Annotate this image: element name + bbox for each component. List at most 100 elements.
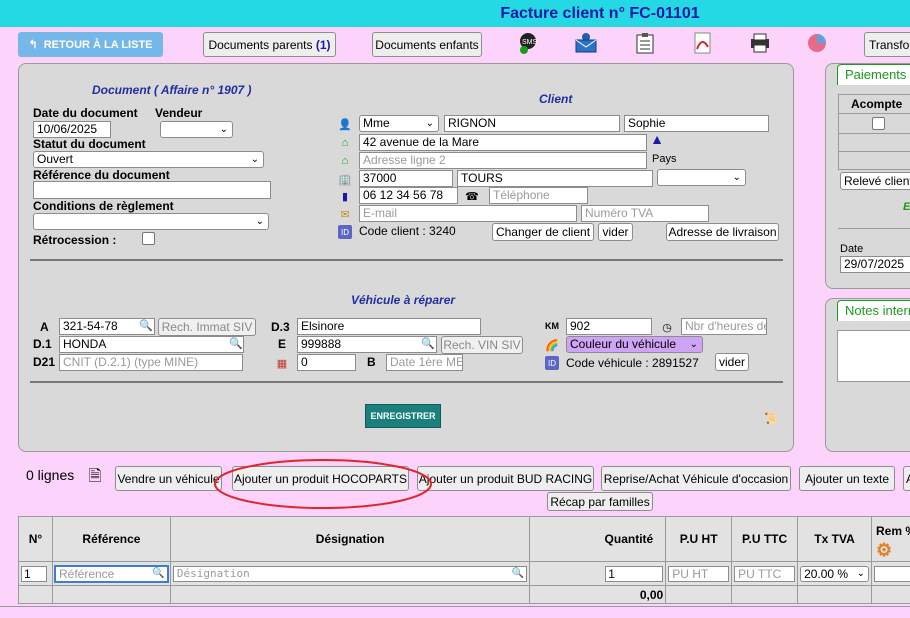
retrocession-checkbox[interactable]: [142, 232, 155, 245]
col-quantity: Quantité: [529, 516, 667, 562]
mobile-input[interactable]: 06 12 34 56 78: [359, 187, 458, 204]
parent-documents-count: (1): [315, 37, 331, 52]
parent-documents-label: Documents parents: [208, 37, 313, 52]
search-icon[interactable]: 🔍: [152, 567, 164, 581]
email-icon[interactable]: [575, 32, 597, 54]
back-to-list-label: RETOUR À LA LISTE: [43, 38, 153, 51]
b-label: B: [367, 355, 376, 369]
vehicle-color-select[interactable]: Couleur du véhicule ⌄: [566, 336, 703, 353]
pays-label: Pays: [652, 153, 677, 165]
client-section-title: Client: [539, 92, 573, 106]
parent-documents-button[interactable]: Documents parents (1): [203, 32, 336, 57]
document-date-input[interactable]: 10/06/2025: [33, 121, 111, 138]
row-remise-input[interactable]: [873, 565, 910, 582]
statut-value: Ouvert: [37, 152, 74, 166]
delivery-address-button[interactable]: Adresse de livraison: [666, 223, 779, 241]
first-registration-date-input[interactable]: Date 1ère ME: [386, 354, 463, 371]
vin-input[interactable]: 999888: [297, 336, 437, 353]
search-immat-button[interactable]: Rech. Immat SIV: [158, 318, 256, 336]
civility-value: Mme: [363, 116, 390, 130]
col-remise: Rem % ⚙: [870, 516, 910, 562]
save-button[interactable]: ENREGISTRER: [365, 404, 441, 428]
km-input[interactable]: 902: [566, 318, 652, 335]
search-icon[interactable]: 🔍: [139, 319, 153, 332]
firstname-input[interactable]: Sophie: [624, 115, 769, 132]
row-reference-input[interactable]: Référence 🔍: [53, 564, 169, 583]
row-tva-value: 20.00 %: [804, 566, 849, 581]
civility-select[interactable]: Mme ⌄: [359, 115, 439, 132]
calendar-icon: ▦: [276, 357, 288, 370]
scroll-icon[interactable]: 📜: [764, 411, 778, 425]
recap-families-button[interactable]: Récap par familles: [547, 492, 653, 511]
transform-label: Transfor: [869, 37, 910, 52]
print-icon[interactable]: [749, 32, 771, 54]
reference-input[interactable]: [33, 181, 271, 199]
acompte-column-header: Acompte: [838, 94, 910, 114]
warning-icon[interactable]: ▲: [650, 131, 664, 147]
clock-icon: ◷: [662, 321, 672, 334]
row-designation-input[interactable]: Désignation 🔍: [172, 565, 528, 582]
chevron-down-icon: ⌄: [219, 124, 228, 135]
clear-vehicle-button[interactable]: vider: [715, 353, 749, 371]
search-icon[interactable]: 🔍: [512, 567, 524, 581]
sell-vehicle-button[interactable]: Vendre un véhicule: [115, 466, 222, 491]
brand-input[interactable]: HONDA: [59, 336, 244, 353]
notes-textarea[interactable]: [837, 330, 910, 382]
clear-client-button[interactable]: vider: [598, 223, 633, 241]
add-more-button[interactable]: A: [903, 466, 910, 491]
client-code-label: Code client : 3240: [359, 224, 456, 238]
address2-input[interactable]: Adresse ligne 2: [359, 152, 647, 169]
child-documents-button[interactable]: Documents enfants: [372, 32, 482, 57]
conditions-select[interactable]: ⌄: [33, 213, 269, 230]
sms-icon[interactable]: SMS: [518, 32, 540, 54]
change-client-button[interactable]: Changer de client: [492, 223, 594, 241]
home-icon: ⌂: [341, 155, 349, 167]
email-input[interactable]: E-mail: [359, 205, 577, 222]
country-select[interactable]: ⌄: [657, 169, 746, 186]
back-to-list-button[interactable]: ↰ RETOUR À LA LISTE: [18, 32, 163, 57]
row-tva-select[interactable]: 20.00 % ⌄: [800, 565, 869, 582]
line-count: 0 lignes: [26, 467, 75, 483]
payments-e-label: E: [903, 201, 910, 213]
address1-input[interactable]: 42 avenue de la Mare: [359, 134, 647, 151]
search-icon[interactable]: 🔍: [229, 337, 243, 350]
row-quantity-input[interactable]: 1: [605, 565, 664, 582]
phone-input[interactable]: Téléphone: [489, 187, 588, 204]
city-input[interactable]: TOURS: [457, 170, 653, 187]
add-bud-racing-button[interactable]: Ajouter un produit BUD RACING: [417, 466, 594, 491]
row-pu-ttc-input[interactable]: PU TTC: [734, 565, 796, 582]
search-vin-button[interactable]: Rech. VIN SIV: [441, 336, 523, 354]
tva-input[interactable]: Numéro TVA: [581, 205, 709, 222]
transform-button[interactable]: Transfor: [864, 32, 910, 57]
add-text-button[interactable]: Ajouter un texte: [799, 466, 895, 491]
payment-date-input[interactable]: 29/07/2025: [840, 256, 910, 273]
hours-input[interactable]: Nbr d'heures de: [681, 318, 767, 335]
vehicle-color-value: Couleur du véhicule: [570, 337, 677, 351]
chevron-down-icon: ⌄: [250, 154, 259, 165]
pdf-icon[interactable]: [692, 32, 714, 54]
gear-icon[interactable]: ⚙: [876, 540, 892, 560]
used-vehicle-button[interactable]: Reprise/Achat Véhicule d'occasion: [601, 466, 791, 491]
acompte-checkbox[interactable]: [872, 117, 885, 130]
row-num-input[interactable]: 1: [21, 565, 47, 582]
chart-icon[interactable]: [806, 32, 828, 54]
model-input[interactable]: Elsinore: [297, 318, 481, 335]
client-statement-button[interactable]: Relevé client: [840, 172, 910, 190]
row-pu-ht-input[interactable]: PU HT: [668, 565, 730, 582]
document-list-icon[interactable]: 🗎: [84, 467, 106, 489]
lastname-input[interactable]: RIGNON: [444, 115, 620, 132]
clipboard-icon[interactable]: [634, 32, 656, 54]
chevron-down-icon: ⌄: [689, 339, 698, 350]
person-icon: 👤: [338, 118, 352, 131]
home-icon: ⌂: [341, 137, 349, 149]
divider: [30, 259, 783, 261]
conditions-label: Conditions de règlement: [33, 199, 174, 213]
cnit-input[interactable]: CNIT (D.2.1) (type MINE): [59, 354, 243, 371]
counter-input[interactable]: 0: [297, 354, 356, 371]
notes-tab[interactable]: Notes intern: [837, 300, 910, 321]
postcode-input[interactable]: 37000: [359, 170, 453, 187]
payments-tab[interactable]: Paiements: [837, 64, 910, 85]
statut-select[interactable]: Ouvert ⌄: [33, 151, 264, 168]
search-icon[interactable]: 🔍: [421, 337, 435, 350]
vendeur-select[interactable]: ⌄: [160, 121, 233, 138]
